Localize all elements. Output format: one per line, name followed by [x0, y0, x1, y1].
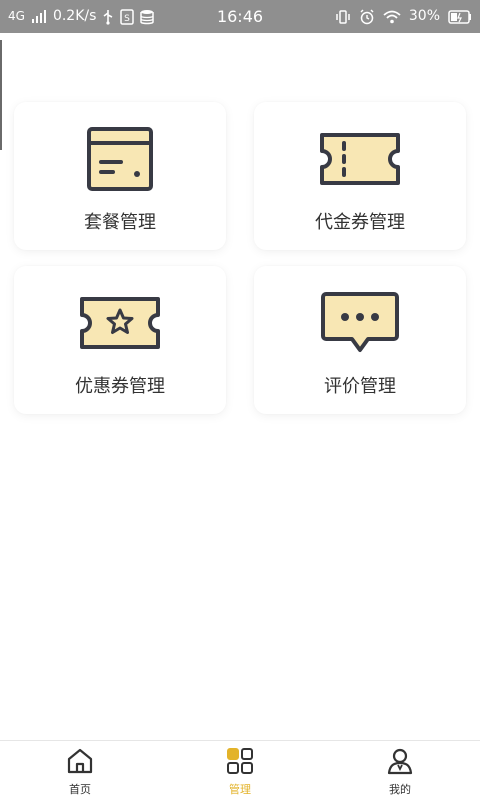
voucher-icon	[254, 124, 466, 194]
bottom-nav: 首页 管理 我的	[0, 740, 480, 800]
coupon-icon	[14, 288, 226, 358]
nav-home[interactable]: 首页	[0, 741, 160, 800]
home-icon	[66, 747, 94, 779]
wifi-icon	[383, 10, 401, 24]
vibrate-icon	[335, 9, 351, 25]
package-management-card[interactable]: 套餐管理	[14, 102, 226, 250]
battery-icon	[448, 9, 472, 24]
voucher-management-card[interactable]: 代金券管理	[254, 102, 466, 250]
nav-manage[interactable]: 管理	[160, 741, 320, 800]
package-icon	[14, 124, 226, 194]
alarm-icon	[359, 8, 375, 25]
screen: 4G 0.2K/s S 16:46 30% 套餐管理 代金券管理 优惠券管理 评…	[0, 0, 480, 800]
left-edge-line	[0, 40, 2, 150]
nav-mine[interactable]: 我的	[320, 741, 480, 800]
card-label: 评价管理	[324, 376, 396, 397]
nav-home-label: 首页	[69, 783, 91, 796]
status-right: 30%	[335, 0, 472, 33]
card-label: 代金券管理	[315, 212, 405, 233]
battery-percent: 30%	[408, 8, 440, 24]
review-management-card[interactable]: 评价管理	[254, 266, 466, 414]
comment-icon	[254, 288, 466, 358]
nav-manage-label: 管理	[229, 783, 251, 796]
card-label: 优惠券管理	[75, 376, 165, 397]
user-icon	[386, 747, 414, 779]
nav-mine-label: 我的	[389, 783, 411, 796]
card-label: 套餐管理	[84, 212, 156, 233]
status-bar: 4G 0.2K/s S 16:46 30%	[0, 0, 480, 33]
grid-icon	[226, 747, 254, 779]
coupon-management-card[interactable]: 优惠券管理	[14, 266, 226, 414]
